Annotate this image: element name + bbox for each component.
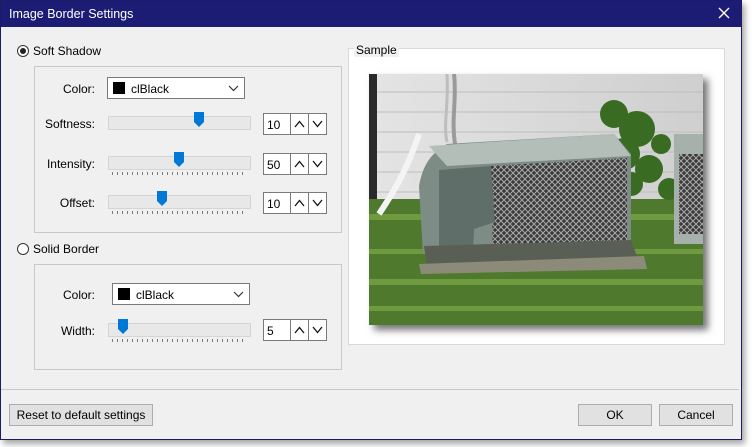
width-value[interactable]: 5: [263, 319, 291, 341]
color-swatch: [118, 288, 130, 300]
intensity-label: Intensity:: [46, 157, 95, 171]
chevron-down-icon: [233, 289, 244, 303]
solid-border-label: Solid Border: [33, 242, 100, 256]
ok-label: OK: [606, 408, 624, 422]
width-slider[interactable]: [108, 317, 251, 343]
solid-border-color-value: clBlack: [136, 288, 175, 302]
soft-shadow-color-select[interactable]: clBlack: [107, 77, 245, 99]
reset-defaults-button[interactable]: Reset to default settings: [9, 404, 153, 426]
sample-label: Sample: [354, 43, 399, 57]
footer-divider: [1, 389, 739, 390]
slider-thumb[interactable]: [194, 112, 204, 127]
cancel-button[interactable]: Cancel: [659, 404, 733, 426]
spin-down-button[interactable]: [309, 113, 327, 135]
spin-down-button[interactable]: [309, 319, 327, 341]
chevron-up-icon: [294, 326, 305, 334]
chevron-up-icon: [294, 120, 305, 128]
slider-ticks: [112, 339, 247, 342]
spin-up-button[interactable]: [291, 192, 309, 214]
soft-shadow-radio[interactable]: Soft Shadow: [17, 44, 101, 58]
width-label: Width:: [60, 324, 95, 338]
chevron-down-icon: [312, 326, 323, 334]
softness-value[interactable]: 10: [263, 113, 291, 135]
slider-ticks: [112, 172, 247, 175]
slider-thumb[interactable]: [174, 152, 184, 167]
color-swatch: [113, 82, 125, 94]
solid-border-radio[interactable]: Solid Border: [17, 242, 99, 256]
solid-border-color-label: Color:: [62, 288, 95, 302]
softness-label: Softness:: [44, 117, 95, 131]
chevron-down-icon: [312, 120, 323, 128]
window-title: Image Border Settings: [9, 7, 134, 21]
ok-button[interactable]: OK: [578, 404, 652, 426]
solid-border-color-select[interactable]: clBlack: [112, 283, 250, 305]
reset-defaults-label: Reset to default settings: [16, 408, 146, 422]
sample-image: [369, 74, 703, 325]
close-icon[interactable]: [715, 4, 733, 22]
solid-border-radio-circle[interactable]: [17, 243, 29, 255]
chevron-down-icon: [312, 199, 323, 207]
title-bar: Image Border Settings: [1, 1, 741, 27]
intensity-spinner[interactable]: 50: [263, 153, 327, 175]
chevron-down-icon: [228, 83, 239, 97]
offset-value[interactable]: 10: [263, 192, 291, 214]
softness-slider[interactable]: [108, 110, 251, 136]
spin-up-button[interactable]: [291, 319, 309, 341]
slider-thumb[interactable]: [118, 319, 128, 334]
slider-thumb[interactable]: [157, 191, 167, 206]
soft-shadow-color-label: Color:: [62, 82, 95, 96]
intensity-value[interactable]: 50: [263, 153, 291, 175]
offset-slider[interactable]: [108, 189, 251, 215]
soft-shadow-radio-circle[interactable]: [17, 45, 29, 57]
soft-shadow-color-value: clBlack: [131, 82, 170, 96]
soft-shadow-label: Soft Shadow: [33, 44, 102, 58]
chevron-down-icon: [312, 160, 323, 168]
slider-ticks: [112, 211, 247, 214]
chevron-up-icon: [294, 160, 305, 168]
offset-spinner[interactable]: 10: [263, 192, 327, 214]
chevron-up-icon: [294, 199, 305, 207]
slider-track: [108, 195, 251, 209]
intensity-slider[interactable]: [108, 150, 251, 176]
spin-down-button[interactable]: [309, 192, 327, 214]
slider-track: [108, 323, 251, 337]
cancel-label: Cancel: [677, 408, 715, 422]
softness-spinner[interactable]: 10: [263, 113, 327, 135]
width-spinner[interactable]: 5: [263, 319, 327, 341]
slider-track: [108, 116, 251, 130]
spin-down-button[interactable]: [309, 153, 327, 175]
spin-up-button[interactable]: [291, 113, 309, 135]
offset-label: Offset:: [59, 196, 95, 210]
spin-up-button[interactable]: [291, 153, 309, 175]
